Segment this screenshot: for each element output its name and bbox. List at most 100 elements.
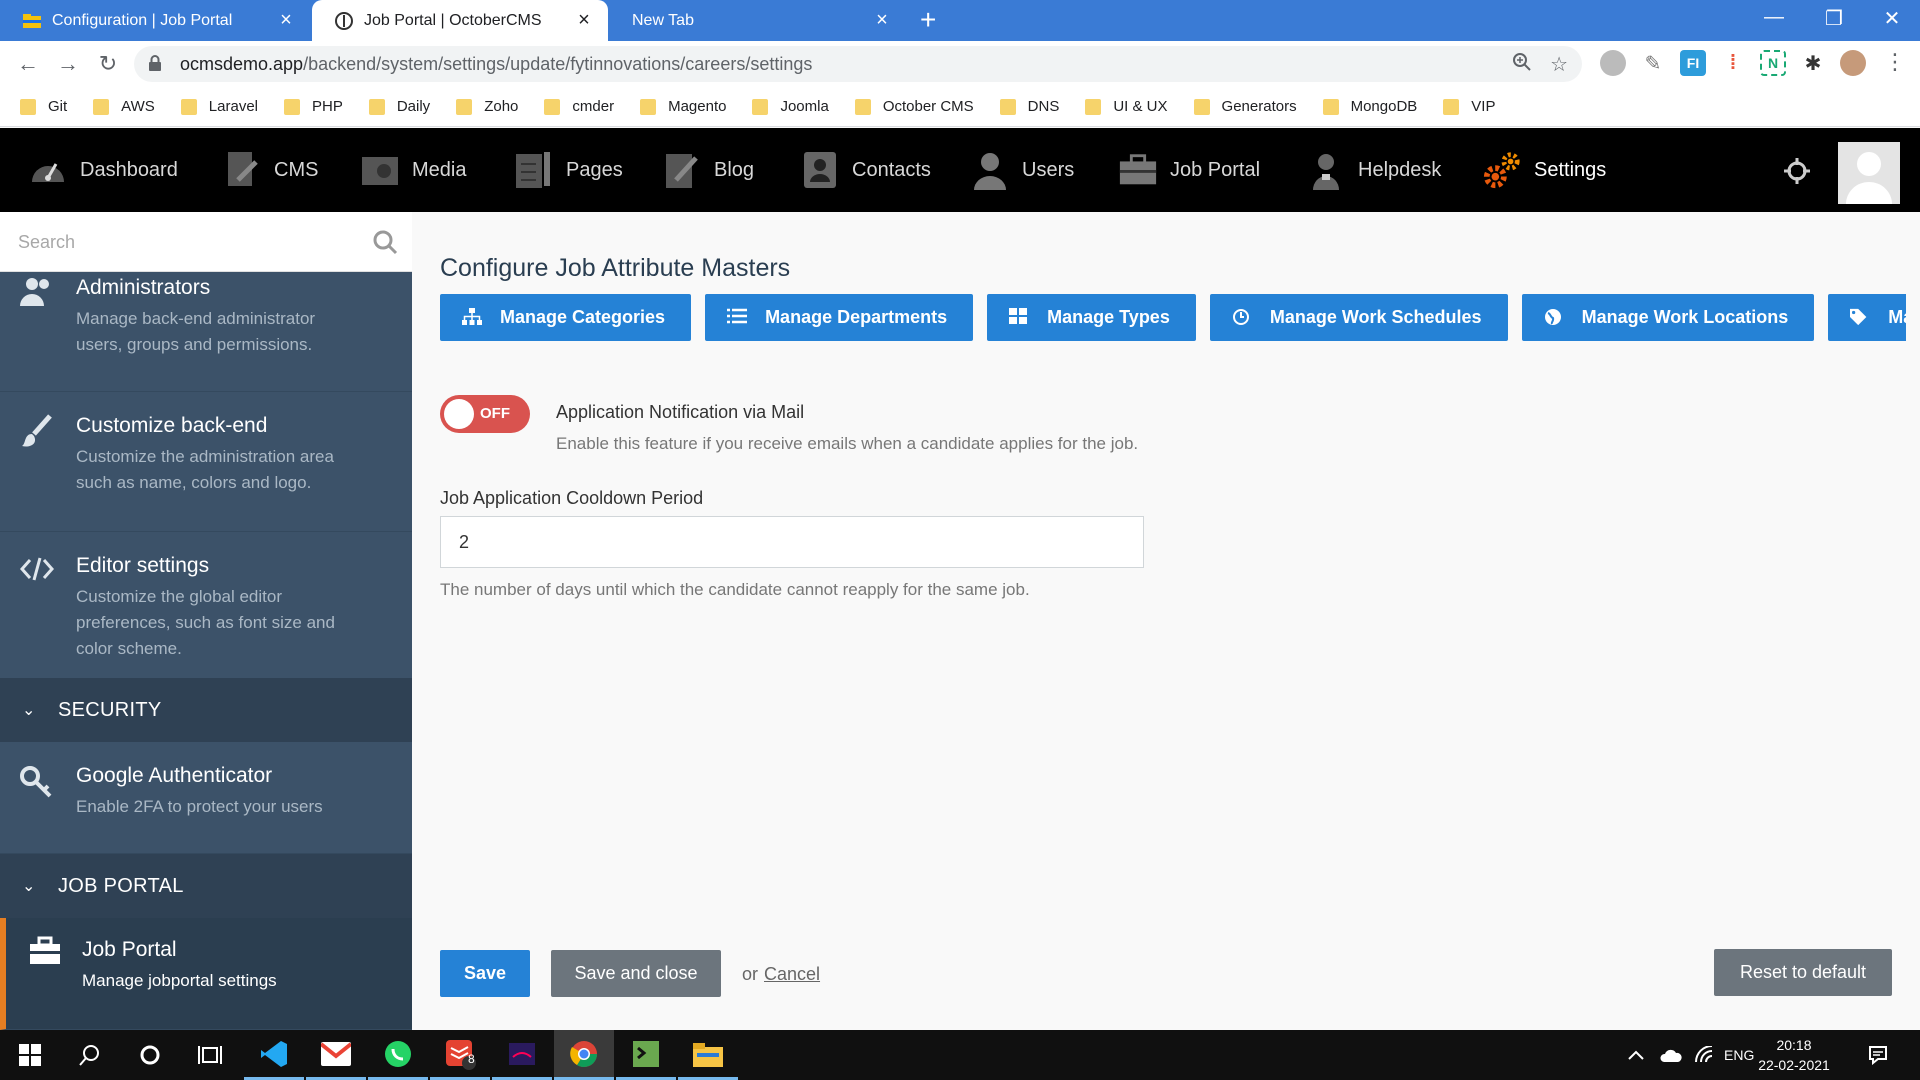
bookmarks-bar: Git AWS Laravel PHP Daily Zoho cmder Mag… (0, 87, 1920, 127)
bookmark-folder[interactable]: MongoDB (1322, 98, 1418, 115)
task-view-icon[interactable] (180, 1030, 240, 1080)
search-icon[interactable] (60, 1030, 120, 1080)
bookmark-folder[interactable]: Joomla (752, 98, 829, 115)
nav-media[interactable]: Media (360, 128, 466, 212)
sitemap-icon (462, 307, 482, 328)
browser-menu-icon[interactable]: ⋮ (1884, 49, 1906, 75)
cancel-link[interactable]: Cancel (764, 964, 820, 985)
cooldown-period-input[interactable] (440, 516, 1144, 568)
nav-job-portal[interactable]: Job Portal (1118, 128, 1260, 212)
code-icon (19, 556, 55, 590)
browser-tab-active[interactable]: Job Portal | OctoberCMS × (312, 0, 608, 41)
puzzle-extensions-icon[interactable]: ✱ (1800, 50, 1826, 76)
tab-title: New Tab (632, 11, 694, 29)
extension-n-icon[interactable]: N (1760, 50, 1786, 76)
bookmark-label: MongoDB (1350, 98, 1418, 115)
bookmark-folder[interactable]: Zoho (456, 98, 518, 115)
folder-icon (752, 98, 769, 115)
bookmark-folder[interactable]: Laravel (180, 98, 258, 115)
manage-tags-button[interactable]: Man (1828, 294, 1906, 341)
list-icon (727, 308, 748, 328)
user-avatar[interactable] (1838, 142, 1900, 204)
browser-tab-new[interactable]: New Tab × (610, 0, 906, 41)
save-and-close-button[interactable]: Save and close (551, 950, 721, 997)
close-tab-icon[interactable]: × (872, 9, 892, 32)
file-explorer-icon[interactable] (678, 1030, 738, 1080)
extension-bars-icon[interactable]: ⁞ (1720, 50, 1746, 76)
reload-icon[interactable]: ↻ (94, 50, 122, 78)
windows-start-icon[interactable] (0, 1030, 60, 1080)
manage-work-locations-button[interactable]: Manage Work Locations (1521, 294, 1815, 341)
sidebar-item-job-portal[interactable]: Job Portal Manage jobportal settings (0, 918, 412, 1030)
nav-dashboard[interactable]: Dashboard (28, 128, 178, 212)
nav-blog[interactable]: Blog (662, 128, 754, 212)
zoom-icon[interactable] (1512, 52, 1532, 78)
close-window-icon[interactable]: ✕ (1872, 6, 1912, 31)
sidebar-item-google-authenticator[interactable]: Google Authenticator Enable 2FA to prote… (0, 742, 412, 854)
back-arrow-icon[interactable]: ← (14, 50, 42, 78)
gmail-icon[interactable] (306, 1030, 366, 1080)
browser-tab-configuration[interactable]: Configuration | Job Portal × (0, 0, 310, 41)
sidebar-item-editor-settings[interactable]: Editor settings Customize the global edi… (0, 532, 412, 698)
folder-icon (20, 98, 36, 115)
bookmark-folder[interactable]: Git (20, 98, 67, 115)
cortana-icon[interactable] (120, 1030, 180, 1080)
close-tab-icon[interactable]: × (276, 9, 296, 32)
bookmark-folder[interactable]: UI & UX (1085, 98, 1168, 115)
bookmark-folder[interactable]: PHP (284, 98, 343, 115)
notification-toggle-switch[interactable]: OFF (440, 395, 530, 433)
minimize-icon[interactable]: — (1754, 6, 1794, 29)
sidebar-item-desc: Manage back-end administrator users, gro… (76, 309, 316, 354)
bookmark-folder[interactable]: cmder (544, 98, 614, 115)
nav-helpdesk[interactable]: Helpdesk (1306, 128, 1441, 212)
sidebar-section-job-portal[interactable]: ⌄ JOB PORTAL (0, 854, 412, 918)
todoist-icon[interactable]: 8 (430, 1030, 490, 1080)
profile-avatar-icon[interactable] (1840, 50, 1866, 76)
nav-contacts[interactable]: Contacts (800, 128, 931, 212)
code-editor-icon[interactable] (616, 1030, 676, 1080)
sidebar-section-security[interactable]: ⌄ SECURITY (0, 678, 412, 742)
sidebar-item-customize-backend[interactable]: Customize back-end Customize the adminis… (0, 392, 412, 532)
bookmark-folder[interactable]: AWS (93, 98, 155, 115)
vscode-icon[interactable] (244, 1030, 304, 1080)
bookmark-folder[interactable]: VIP (1443, 98, 1495, 115)
eyedropper-icon[interactable]: ✎ (1640, 50, 1666, 76)
search-input[interactable] (18, 226, 358, 258)
nav-settings[interactable]: Settings (1482, 128, 1606, 212)
whatsapp-icon[interactable] (368, 1030, 428, 1080)
address-bar[interactable]: ocmsdemo.app/backend/system/settings/upd… (134, 46, 1582, 82)
bookmark-star-icon[interactable]: ☆ (1550, 52, 1568, 78)
extension-gear-icon[interactable] (1600, 50, 1626, 76)
taskbar-clock[interactable]: 20:18 22-02-2021 (1748, 1035, 1840, 1075)
bookmark-folder[interactable]: Generators (1193, 98, 1297, 115)
show-hidden-icons-chevron-icon[interactable] (1628, 1030, 1644, 1080)
clock-icon (1232, 308, 1252, 328)
bookmark-folder[interactable]: DNS (999, 98, 1059, 115)
chrome-icon[interactable] (554, 1030, 614, 1080)
nav-users[interactable]: Users (970, 128, 1074, 212)
new-tab-plus-icon[interactable]: + (920, 4, 936, 36)
nav-cms[interactable]: CMS (222, 128, 318, 212)
notification-center-icon[interactable] (1868, 1030, 1888, 1080)
manage-departments-button[interactable]: Manage Departments (705, 294, 974, 341)
close-tab-icon[interactable]: × (574, 9, 594, 32)
crosshair-preview-icon[interactable] (1782, 156, 1812, 186)
search-icon[interactable] (372, 229, 398, 255)
bookmark-folder[interactable]: October CMS (854, 98, 974, 115)
nav-pages[interactable]: Pages (514, 128, 623, 212)
paintbrush-icon (20, 414, 54, 448)
extension-fi-icon[interactable]: FI (1680, 50, 1706, 76)
bookmark-folder[interactable]: Daily (368, 98, 430, 115)
bookmark-folder[interactable]: Magento (640, 98, 726, 115)
save-button[interactable]: Save (440, 950, 530, 997)
restore-icon[interactable]: ❐ (1814, 6, 1854, 31)
manage-types-button[interactable]: Manage Types (987, 294, 1196, 341)
url-path: /backend/system/settings/update/fytinnov… (303, 53, 813, 74)
onedrive-cloud-icon[interactable] (1660, 1030, 1682, 1080)
wifi-icon[interactable] (1694, 1030, 1716, 1080)
manage-categories-button[interactable]: Manage Categories (440, 294, 692, 341)
manage-work-schedules-button[interactable]: Manage Work Schedules (1209, 294, 1508, 341)
forward-arrow-icon[interactable]: → (54, 50, 82, 78)
terminal-app-icon[interactable] (492, 1030, 552, 1080)
reset-to-default-button[interactable]: Reset to default (1714, 949, 1892, 996)
